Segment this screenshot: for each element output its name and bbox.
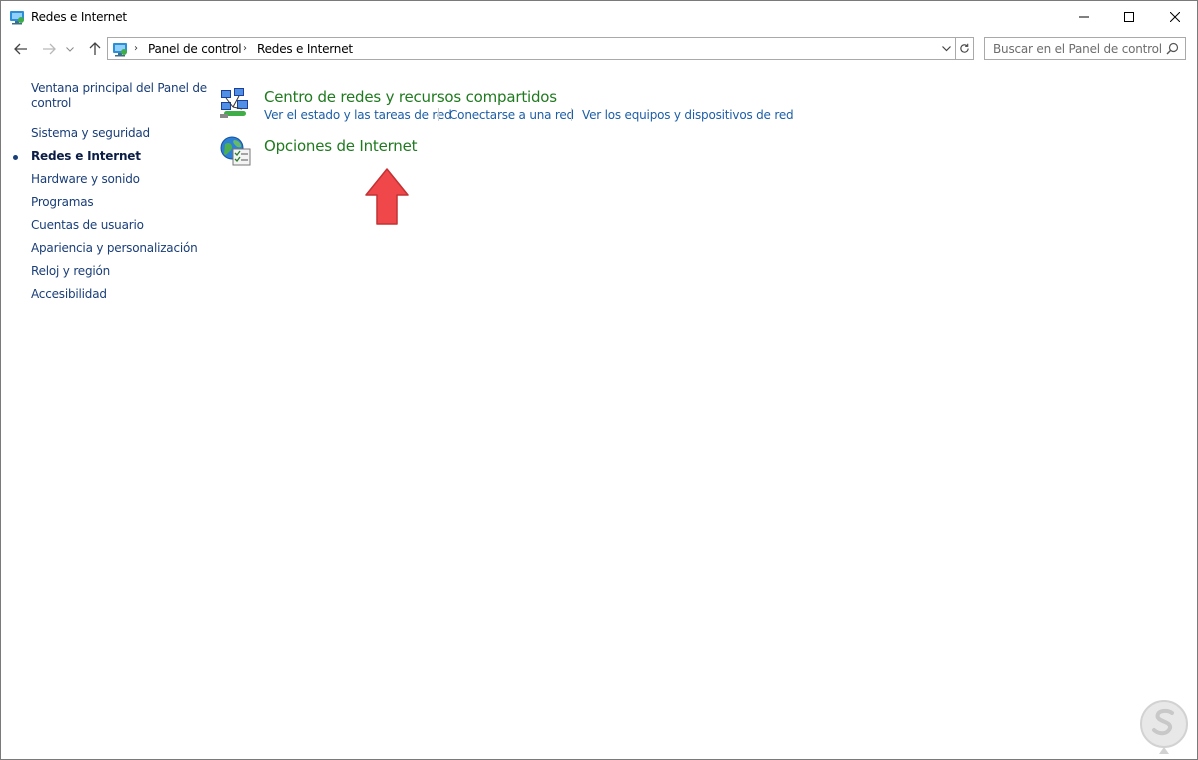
breadcrumb-separator-icon[interactable]: › [134,43,138,54]
refresh-button[interactable] [956,37,974,60]
up-button[interactable] [85,39,105,59]
refresh-icon [960,43,969,53]
sidebar-item-apariencia[interactable]: Apariencia y personalización [31,241,198,256]
address-bar[interactable]: › Panel de control › Redes e Internet [107,37,956,60]
category-title-internet-options[interactable]: Opciones de Internet [264,137,418,155]
sidebar-item-label: Ventana principal del Panel de [31,81,207,95]
minimize-icon [1079,16,1089,17]
window-title: Redes e Internet [31,10,127,24]
back-arrow-icon [14,43,27,55]
forward-button[interactable] [39,39,59,59]
title-bar: Redes e Internet [1,1,1197,32]
watermark-logo [1140,700,1188,754]
task-link-connect-network[interactable]: Conectarse a una red [449,108,574,122]
control-panel-window: Redes e Internet › Panel de control › Re… [0,0,1198,760]
search-input[interactable]: Buscar en el Panel de control [984,37,1186,60]
navigation-bar: › Panel de control › Redes e Internet Bu… [1,35,1197,63]
sidebar-item-redes-internet[interactable]: Redes e Internet [31,149,141,164]
breadcrumb-panel-de-control[interactable]: Panel de control [148,42,242,56]
close-icon [1170,11,1180,22]
task-link-network-status[interactable]: Ver el estado y las tareas de red [264,108,452,122]
network-center-icon[interactable] [219,87,251,119]
minimize-button[interactable] [1061,1,1107,32]
task-separator [571,108,572,121]
breadcrumb-redes-e-internet[interactable]: Redes e Internet [257,42,353,56]
address-dropdown-button[interactable] [937,38,955,59]
recent-locations-button[interactable] [64,39,76,59]
up-arrow-icon [89,42,101,55]
task-link-network-devices[interactable]: Ver los equipos y dispositivos de red [582,108,794,122]
internet-options-icon[interactable] [219,135,251,167]
forward-arrow-icon [43,43,56,55]
network-app-icon [10,11,24,25]
category-title-network-center[interactable]: Centro de redes y recursos compartidos [264,88,557,106]
sidebar-item-programas[interactable]: Programas [31,195,94,210]
search-placeholder: Buscar en el Panel de control [993,42,1162,56]
maximize-button[interactable] [1106,1,1152,32]
chevron-down-icon [66,46,74,52]
sidebar-item-hardware-sonido[interactable]: Hardware y sonido [31,172,140,187]
sidebar-item-label: control [31,96,72,110]
sidebar-item-reloj-region[interactable]: Reloj y región [31,264,110,279]
sidebar-item-cuentas-usuario[interactable]: Cuentas de usuario [31,218,144,233]
maximize-icon [1124,11,1134,22]
network-location-icon [113,43,127,57]
sidebar-item-sistema-seguridad[interactable]: Sistema y seguridad [31,126,150,141]
close-button[interactable] [1152,1,1198,32]
back-button[interactable] [11,39,31,59]
sidebar-item-accesibilidad[interactable]: Accesibilidad [31,287,107,302]
breadcrumb-separator-icon[interactable]: › [243,43,247,54]
annotation-up-arrow-icon [365,168,409,225]
active-bullet-icon [13,155,18,160]
chevron-down-icon [941,45,951,51]
sidebar-item-panel-principal[interactable]: Ventana principal del Panel de control [31,81,207,111]
search-icon[interactable] [1166,42,1179,55]
task-separator [438,108,439,121]
